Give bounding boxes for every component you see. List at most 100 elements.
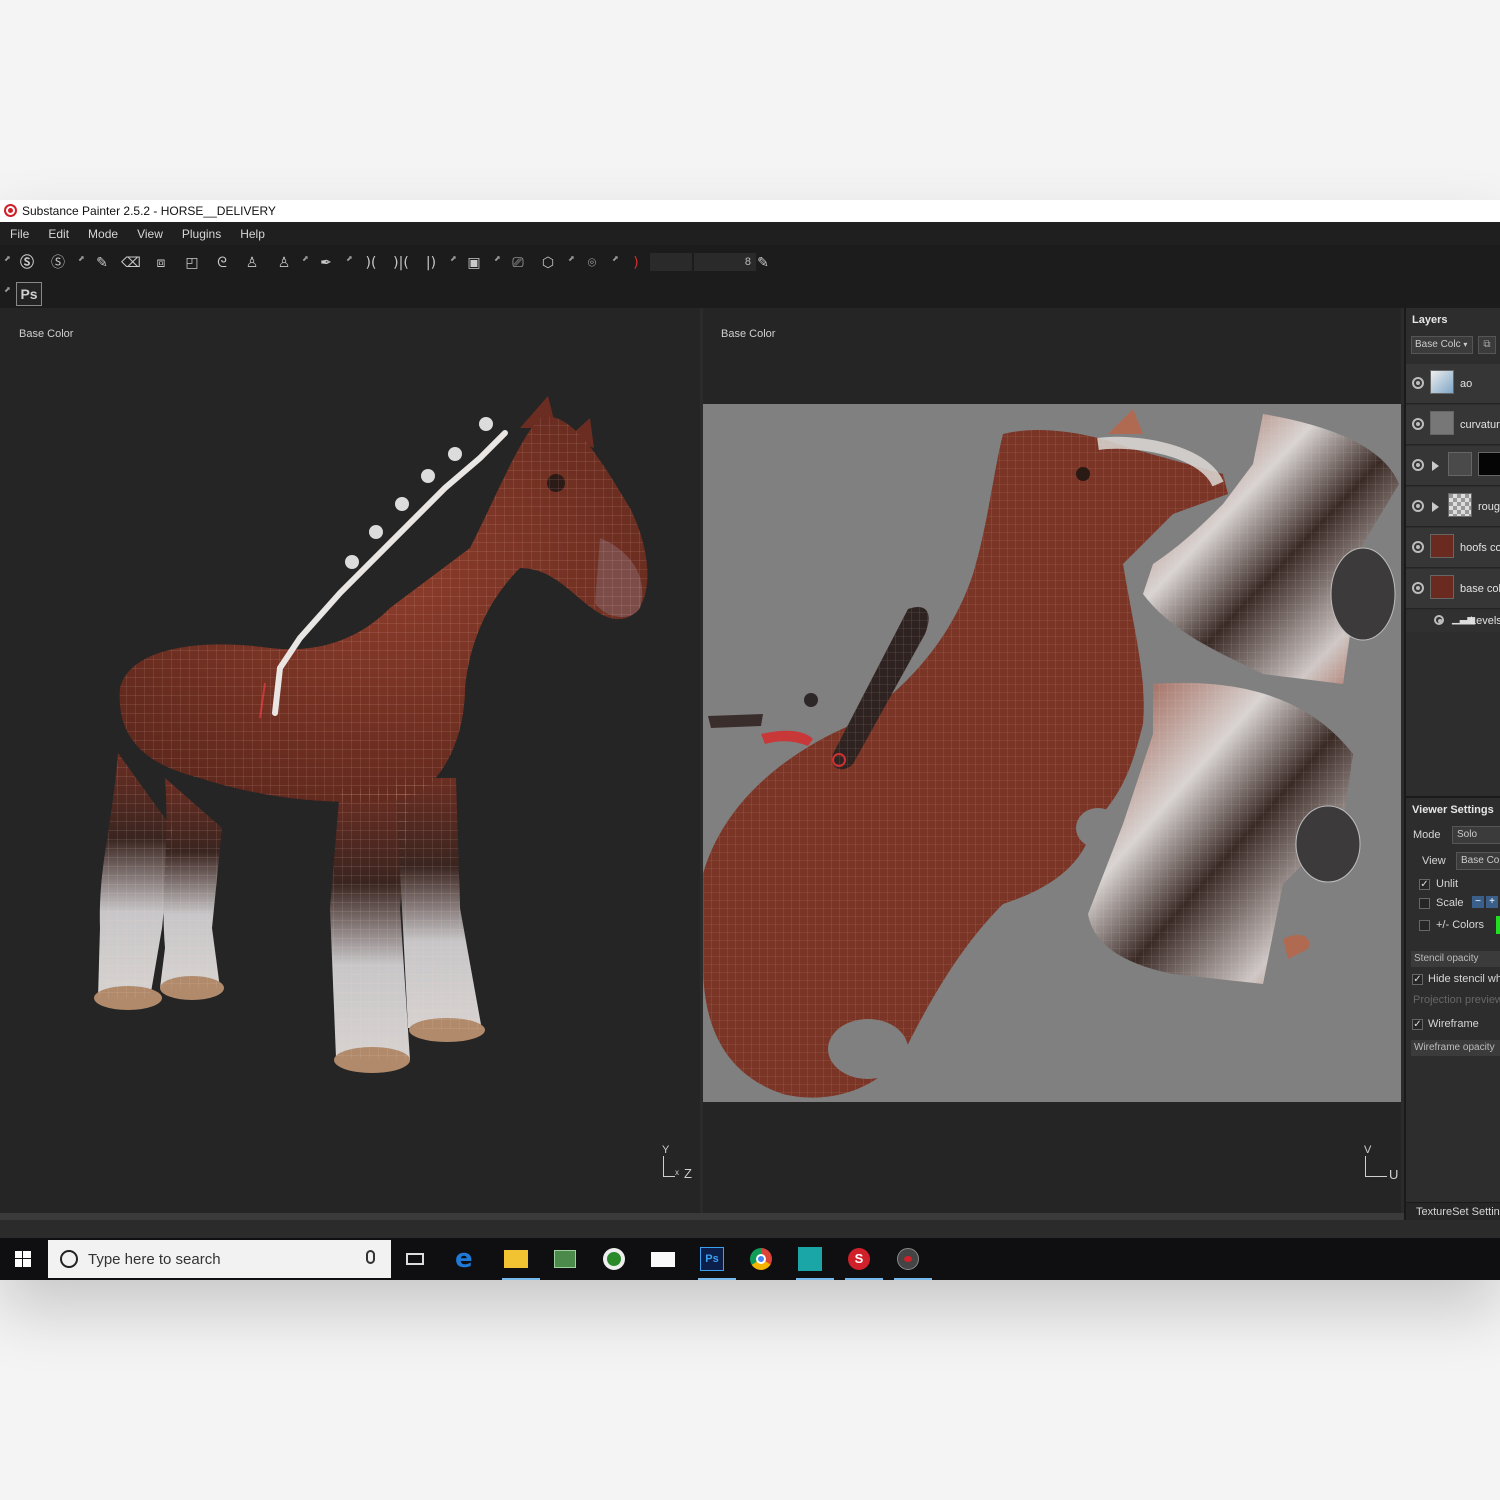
toolbar-detach-icon[interactable]: ⬈ [450,255,458,263]
active-indicator [698,1278,736,1280]
paint-brush-icon[interactable]: ✎ [91,253,113,273]
chrome-icon[interactable] [745,1243,777,1275]
material-picker-icon[interactable]: ♙ [273,253,295,273]
substance-painter-icon[interactable]: S [843,1243,883,1280]
task-view-icon[interactable] [400,1243,432,1275]
visibility-eye-icon[interactable] [1434,615,1444,625]
visibility-eye-icon[interactable] [1412,418,1424,430]
channel-dropdown[interactable]: Base Colc ▾ [1411,336,1473,354]
stencil-opacity-slider[interactable]: Stencil opacity [1411,951,1500,967]
edge-icon[interactable]: e [451,1243,483,1275]
folder-expand-icon[interactable] [1432,461,1439,471]
menu-plugins[interactable]: Plugins [182,227,221,241]
toolbar-detach-icon[interactable]: ⬈ [78,255,86,263]
toolbar-detach-icon[interactable]: ⬈ [302,255,310,263]
menu-file[interactable]: File [10,227,29,241]
visibility-eye-icon[interactable] [1412,582,1424,594]
export-to-photoshop-button[interactable]: Ps [16,282,42,306]
unlit-checkbox[interactable]: ✓ [1419,879,1430,890]
camera-icon[interactable]: ⎚ [507,253,529,273]
wireframe-label: Wireframe [1428,1018,1479,1030]
menu-help[interactable]: Help [240,227,265,241]
brush-size-field[interactable]: 8 [694,253,756,271]
toolbar-detach-icon[interactable]: ⬈ [494,255,502,263]
polygon-fill-icon[interactable]: ◰ [181,253,203,273]
smudge-icon[interactable]: ᘓ [211,253,233,273]
toolbar-detach-icon[interactable]: ⬈ [4,286,12,294]
brush-hardness-icon[interactable]: ) [625,253,647,273]
axis-v-label: V [1364,1144,1372,1156]
mirror-icon[interactable]: |) [420,253,442,273]
menu-mode[interactable]: Mode [88,227,118,241]
substance-share-icon[interactable]: Ⓢ [16,253,38,273]
wireframe-checkbox[interactable]: ✓ [1412,1019,1423,1030]
screenshot-icon[interactable]: ⌾ [581,253,603,273]
uv-texture-canvas[interactable] [703,404,1401,1102]
hide-stencil-label: Hide stencil whe [1428,973,1500,985]
layer-name: roug [1478,501,1500,513]
color-picker-icon[interactable]: ✒ [315,253,337,273]
menu-view[interactable]: View [137,227,163,241]
microphone-icon[interactable] [366,1250,375,1264]
textureset-settings-tab[interactable]: TextureSet Settin [1416,1206,1500,1218]
viewport-2d-uv[interactable]: Base Color V U [703,308,1401,1213]
mode-dropdown[interactable]: Solo [1452,826,1500,844]
projection-icon[interactable]: ⧈ [150,253,172,273]
scale-checkbox[interactable] [1419,898,1430,909]
file-explorer-icon[interactable] [500,1243,540,1280]
windows-taskbar: Type here to search e Ps S [0,1238,1500,1280]
eraser-icon[interactable]: ⌫ [120,253,142,273]
scale-increase-button[interactable]: + [1486,896,1498,908]
horse-3d-model[interactable] [0,308,700,1213]
taskbar-search-box[interactable]: Type here to search [48,1240,391,1278]
visibility-eye-icon[interactable] [1412,459,1424,471]
substance-painter-logo-icon [4,204,17,217]
title-bar[interactable]: Substance Painter 2.5.2 - HORSE__DELIVER… [0,200,1500,222]
layer-row[interactable]: curvatur [1406,405,1500,445]
view-dropdown[interactable]: Base Col [1456,852,1500,870]
uv-layout-icon[interactable]: ▣ [463,253,485,273]
toolbar-detach-icon[interactable]: ⬈ [4,255,12,263]
symmetry-axis-icon[interactable]: )|( [390,253,412,273]
layer-row[interactable]: ao [1406,364,1500,404]
substance-source-icon[interactable]: Ⓢ [47,253,69,273]
pen-pressure-icon[interactable]: ✎ [752,253,774,273]
windows-start-button[interactable] [0,1238,46,1280]
projection-preview-label: Projection preview [1413,994,1500,1006]
toolbar-detach-icon[interactable]: ⬈ [346,255,354,263]
status-bar [0,1213,1404,1220]
mail-icon[interactable] [647,1243,679,1275]
colors-swatch[interactable] [1496,916,1500,934]
substance-source-icon[interactable] [892,1243,932,1280]
wireframe-opacity-slider[interactable]: Wireframe opacity [1411,1040,1500,1056]
visibility-eye-icon[interactable] [1412,500,1424,512]
symmetry-icon[interactable]: )( [360,253,382,273]
layer-thumbnail [1448,493,1472,517]
layer-row[interactable]: base colc [1406,569,1500,609]
add-effect-icon[interactable]: ⧉ [1478,336,1496,354]
xbox-icon[interactable] [598,1243,630,1275]
toolbar-detach-icon[interactable]: ⬈ [612,255,620,263]
effect-row[interactable]: ▁▃▅ Levels [1406,610,1500,632]
toolbar-detach-icon[interactable]: ⬈ [568,255,576,263]
menu-edit[interactable]: Edit [48,227,69,241]
visibility-eye-icon[interactable] [1412,541,1424,553]
clone-stamp-icon[interactable]: ♙ [241,253,263,273]
3d-cube-icon[interactable]: ⬡ [537,253,559,273]
viewport-3d[interactable]: Base Color Y x Z [0,308,700,1213]
brush-slider[interactable] [650,253,692,271]
scale-decrease-button[interactable]: − [1472,896,1484,908]
layer-folder-row[interactable]: roug [1406,487,1500,527]
folder-expand-icon[interactable] [1432,502,1439,512]
uv-islands [703,409,1399,1098]
visibility-eye-icon[interactable] [1412,377,1424,389]
layer-folder-row[interactable] [1406,446,1500,486]
colors-checkbox[interactable] [1419,920,1430,931]
photoshop-icon[interactable]: Ps [696,1243,736,1280]
layer-row[interactable]: hoofs co [1406,528,1500,568]
right-panel: Layers Base Colc ▾ ⧉ ao curvatur roug ho… [1404,308,1500,1220]
maps-icon[interactable] [549,1243,581,1275]
hide-stencil-checkbox[interactable]: ✓ [1412,974,1423,985]
substance-designer-icon[interactable] [794,1243,834,1280]
layer-name: ao [1460,378,1473,390]
